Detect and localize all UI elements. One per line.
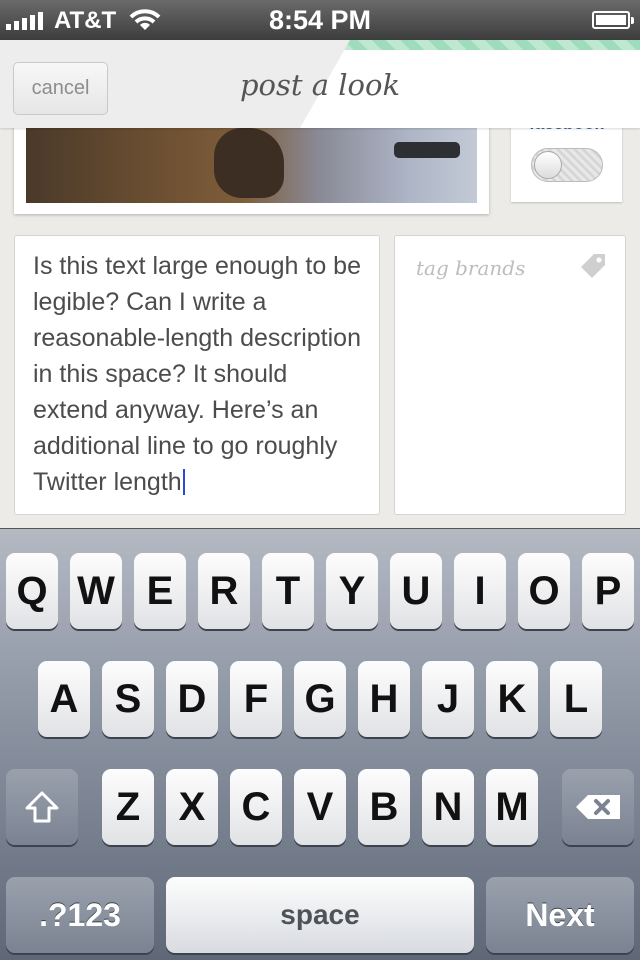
next-key[interactable]: Next (486, 877, 634, 953)
numbers-key[interactable]: .?123 (6, 877, 154, 953)
key-r[interactable]: R (198, 553, 250, 629)
key-q[interactable]: Q (6, 553, 58, 629)
photo-card (14, 120, 489, 214)
shoe-shape (214, 128, 284, 198)
facebook-toggle[interactable] (531, 148, 603, 182)
text-caret (182, 469, 185, 495)
clock: 8:54 PM (268, 5, 372, 35)
key-z[interactable]: Z (102, 769, 154, 845)
key-j[interactable]: J (422, 661, 474, 737)
key-w[interactable]: W (70, 553, 122, 629)
key-c[interactable]: C (230, 769, 282, 845)
key-n[interactable]: N (422, 769, 474, 845)
status-bar: AT&T 8:54 PM (0, 0, 640, 40)
key-d[interactable]: D (166, 661, 218, 737)
key-p[interactable]: P (582, 553, 634, 629)
tag-brands-placeholder: tag brands (416, 256, 526, 280)
key-m[interactable]: M (486, 769, 538, 845)
key-u[interactable]: U (390, 553, 442, 629)
space-key[interactable]: space (166, 877, 474, 953)
key-k[interactable]: K (486, 661, 538, 737)
header-bar: cancel post a look (0, 40, 640, 128)
door-handle-shape (394, 142, 460, 158)
shift-icon (25, 791, 59, 823)
backspace-icon (576, 795, 620, 819)
key-a[interactable]: A (38, 661, 90, 737)
key-t[interactable]: T (262, 553, 314, 629)
facebook-share-card: facebook (511, 120, 622, 202)
key-i[interactable]: I (454, 553, 506, 629)
look-photo[interactable] (26, 120, 477, 203)
key-l[interactable]: L (550, 661, 602, 737)
key-v[interactable]: V (294, 769, 346, 845)
description-textarea[interactable]: Is this text large enough to be legible?… (14, 235, 380, 515)
page-title: post a look (239, 68, 401, 102)
key-y[interactable]: Y (326, 553, 378, 629)
key-o[interactable]: O (518, 553, 570, 629)
shift-key[interactable] (6, 769, 78, 845)
key-e[interactable]: E (134, 553, 186, 629)
tag-icon (581, 254, 605, 278)
battery-icon (592, 11, 634, 29)
backspace-key[interactable] (562, 769, 634, 845)
key-x[interactable]: X (166, 769, 218, 845)
key-b[interactable]: B (358, 769, 410, 845)
description-text: Is this text large enough to be legible?… (33, 252, 361, 496)
key-s[interactable]: S (102, 661, 154, 737)
key-h[interactable]: H (358, 661, 410, 737)
keyboard: Q W E R T Y U I O P A S D F G H J K L Z … (0, 528, 640, 960)
key-g[interactable]: G (294, 661, 346, 737)
toggle-knob (534, 151, 562, 179)
tag-brands-field[interactable]: tag brands (394, 235, 626, 515)
key-f[interactable]: F (230, 661, 282, 737)
